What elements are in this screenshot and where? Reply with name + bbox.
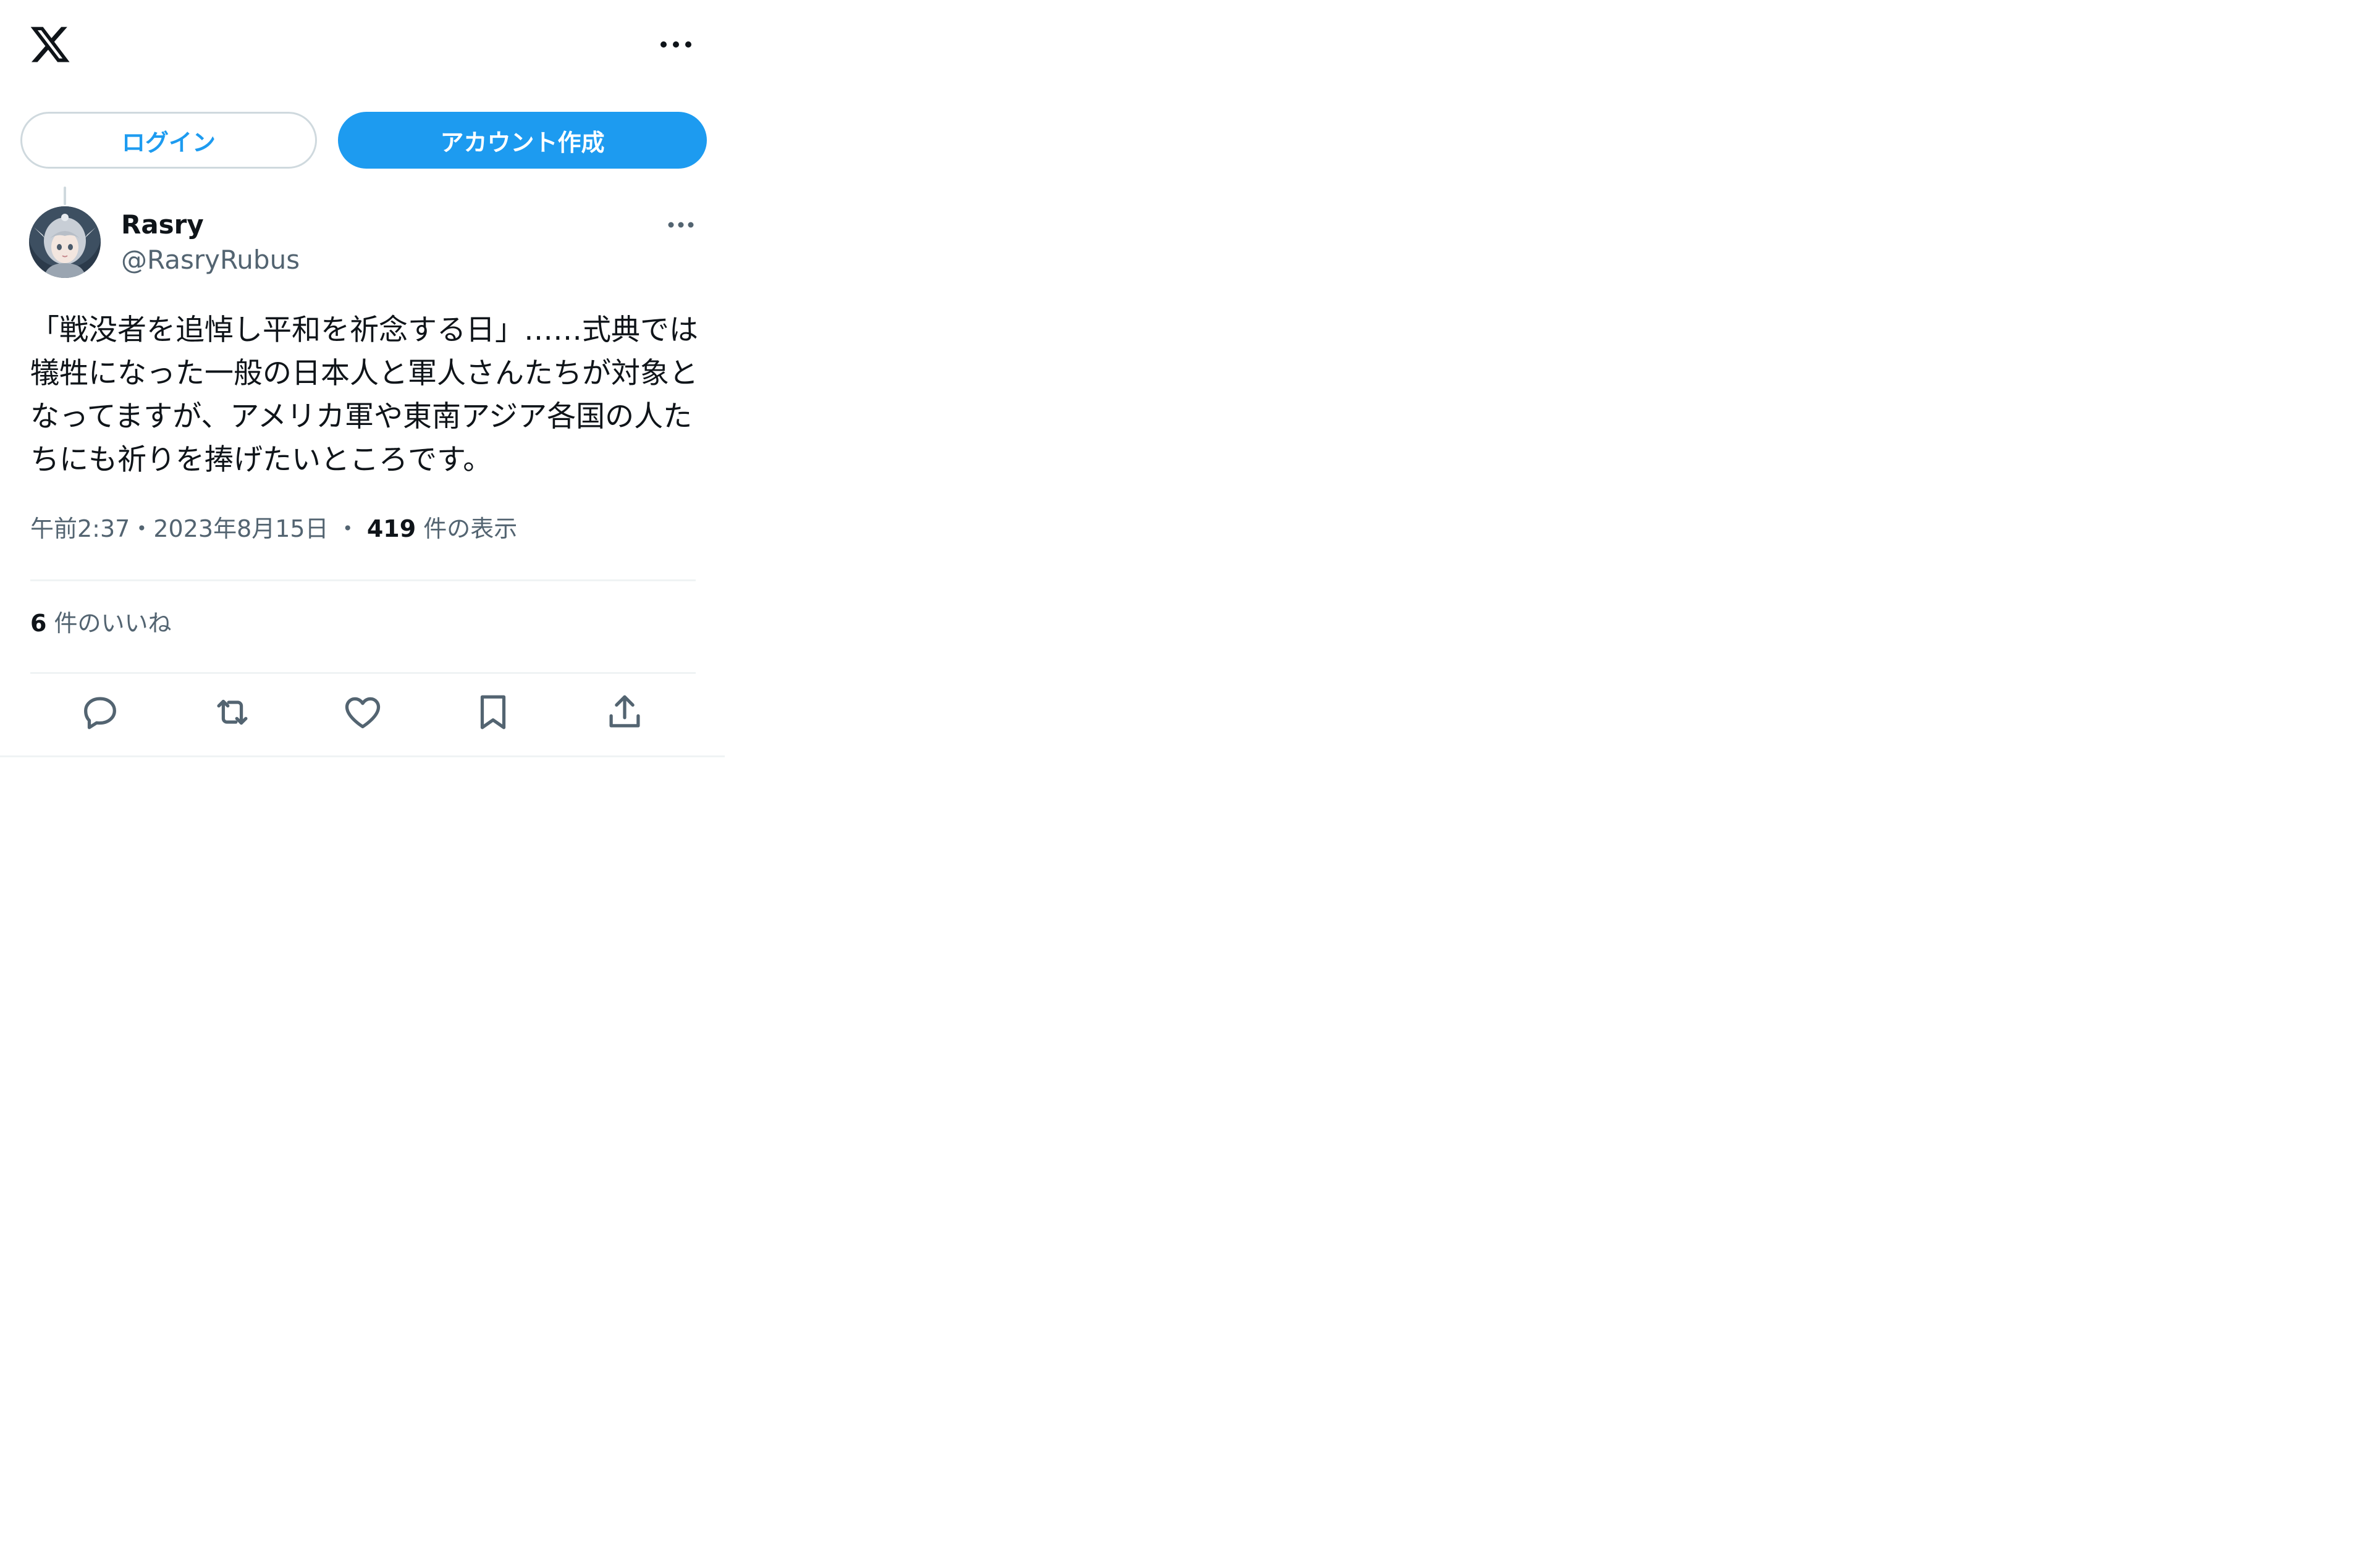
page: ログイン アカウント作成 Rasry @RasryRubus 「戦没者を追悼し平…	[0, 0, 2380, 1564]
likes-count: 6	[30, 610, 47, 637]
more-horizontal-icon[interactable]	[656, 31, 696, 58]
tweet-column: ログイン アカウント作成 Rasry @RasryRubus 「戦没者を追悼し平…	[0, 0, 725, 757]
like-icon[interactable]	[341, 691, 384, 734]
tweet-time[interactable]: 午前2:37	[30, 515, 130, 542]
display-name[interactable]: Rasry	[121, 208, 204, 242]
tweet-more-icon[interactable]	[665, 214, 697, 236]
signup-button-label: アカウント作成	[440, 128, 605, 156]
reply-icon[interactable]	[78, 691, 122, 734]
bookmark-icon[interactable]	[471, 691, 515, 734]
login-button-label: ログイン	[121, 128, 216, 156]
likes-summary[interactable]: 6 件のいいね	[30, 606, 172, 641]
meta-separator: ・	[130, 515, 154, 542]
divider	[30, 579, 696, 581]
share-icon[interactable]	[603, 691, 646, 734]
thread-connector	[64, 187, 66, 205]
tweet-meta: 午前2:37・2023年8月15日 ・ 419 件の表示	[30, 511, 517, 546]
meta-separator: ・	[335, 515, 360, 542]
x-logo-icon[interactable]	[28, 23, 72, 66]
likes-label: 件のいいね	[54, 610, 172, 637]
tweet-date[interactable]: 2023年8月15日	[153, 515, 328, 542]
signup-button[interactable]: アカウント作成	[338, 112, 707, 169]
divider	[30, 672, 696, 674]
views-label: 件の表示	[423, 515, 518, 542]
views-count: 419	[366, 515, 416, 542]
avatar[interactable]	[29, 206, 101, 278]
retweet-icon[interactable]	[211, 691, 254, 734]
tweet-text: 「戦没者を追悼し平和を祈念する日」……式典では犠牲になった一般の日本人と軍人さん…	[30, 313, 698, 477]
login-button[interactable]: ログイン	[20, 112, 317, 169]
user-handle[interactable]: @RasryRubus	[121, 243, 300, 277]
